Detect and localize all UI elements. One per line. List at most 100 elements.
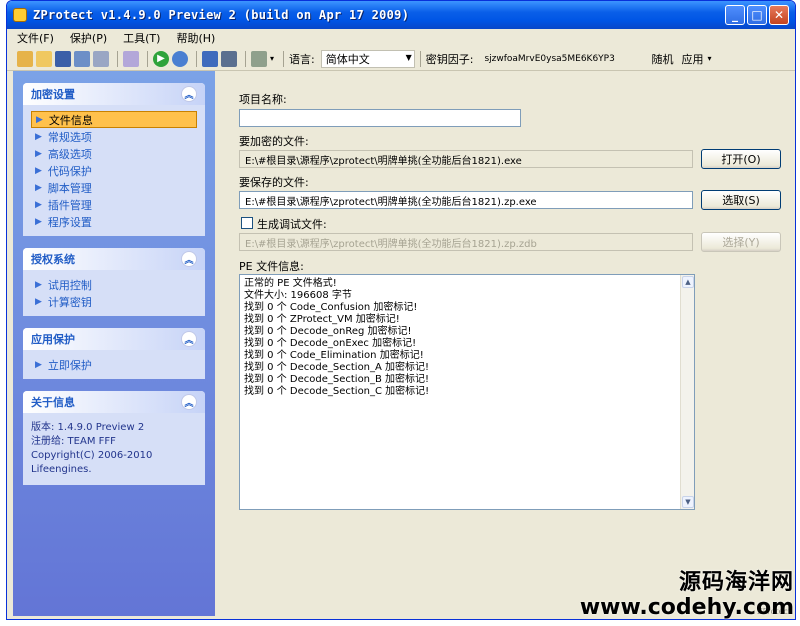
chevron-right-icon: ▶ xyxy=(35,131,42,142)
menu-help[interactable]: 帮助(H) xyxy=(176,30,215,46)
app-window: ZProtect v1.4.9.0 Preview 2 (build on Ap… xyxy=(6,0,796,620)
chevron-down-icon: ▼ xyxy=(405,52,412,62)
input-file-field[interactable]: E:\#根目录\源程序\zprotect\明牌单挑(全功能后台1821).exe xyxy=(239,150,693,168)
copyright-text: Copyright(C) 2006-2010 Lifeengines. xyxy=(31,450,153,475)
output-file-field[interactable]: E:\#根目录\源程序\zprotect\明牌单挑(全功能后台1821).zp.… xyxy=(239,191,693,209)
random-button[interactable]: 随机 xyxy=(651,51,673,67)
sidebar-item-script-management[interactable]: ▶ 脚本管理 xyxy=(31,179,197,196)
chevron-down-icon[interactable]: ▾ xyxy=(707,54,711,63)
sidebar-item-label: 常规选项 xyxy=(47,130,92,144)
key-label: 密钥因子: xyxy=(425,52,474,66)
play-icon[interactable]: ▶ xyxy=(153,50,169,67)
language-label: 语言: xyxy=(289,52,315,66)
chevron-right-icon: ▶ xyxy=(35,216,42,227)
key-input[interactable]: sjzwfoaMrvE0ysa5ME6K6YP3 xyxy=(479,50,649,68)
project-name-input[interactable] xyxy=(239,109,521,127)
open-button[interactable]: 打开(O) xyxy=(701,149,781,169)
panel-body: ▶ 文件信息 ▶ 常规选项 ▶ 高级选项 ▶ 代码保护 ▶ 脚本管理 ▶ 插件管理 ▶ 程序设… xyxy=(23,105,205,236)
script-icon[interactable] xyxy=(221,50,237,67)
sidebar-item-program-settings[interactable]: ▶ 程序设置 xyxy=(31,213,197,230)
sidebar-item-label: 高级选项 xyxy=(47,147,92,161)
globe-icon[interactable] xyxy=(172,50,188,67)
key-value: sjzwfoaMrvE0ysa5ME6K6YP3 xyxy=(484,53,615,64)
search-icon[interactable] xyxy=(123,50,139,67)
sidebar-item-compute-key[interactable]: ▶ 计算密钥 xyxy=(31,293,197,310)
sidebar-item-label: 立即保护 xyxy=(47,358,92,372)
panel-app-protection: 应用保护 ︽ ▶ 立即保护 xyxy=(23,328,205,379)
menu-tools[interactable]: 工具(T) xyxy=(123,30,160,46)
sidebar-item-label: 插件管理 xyxy=(47,198,92,212)
panel-header[interactable]: 应用保护 ︽ xyxy=(23,328,205,350)
scroll-down-icon[interactable]: ▼ xyxy=(682,496,694,508)
sidebar-item-code-protection[interactable]: ▶ 代码保护 xyxy=(31,162,197,179)
pe-info-line: 找到 0 个 ZProtect_VM 加密标记! xyxy=(244,314,400,325)
version-text: 版本: 1.4.9.0 Preview 2 xyxy=(31,422,145,433)
project-name-label: 项目名称: xyxy=(239,93,287,106)
chevron-down-icon[interactable]: ▾ xyxy=(270,54,274,63)
toolbar-separator xyxy=(419,50,421,67)
sidebar-item-protect-now[interactable]: ▶ 立即保护 xyxy=(31,356,197,373)
sidebar-item-label: 试用控制 xyxy=(47,278,92,292)
vertical-scrollbar[interactable]: ▲ ▼ xyxy=(680,275,694,509)
pe-info-line: 找到 0 个 Decode_Section_B 加密标记! xyxy=(244,374,430,385)
sidebar-item-general-options[interactable]: ▶ 常规选项 xyxy=(31,128,197,145)
panel-title: 加密设置 xyxy=(31,88,75,101)
open-folder-icon[interactable] xyxy=(36,50,52,67)
chevron-right-icon: ▶ xyxy=(35,165,42,176)
save-as-icon[interactable] xyxy=(74,50,90,67)
panel-header[interactable]: 授权系统 ︽ xyxy=(23,248,205,270)
minimize-button[interactable]: _ xyxy=(725,5,745,25)
chevron-right-icon: ▶ xyxy=(35,199,42,210)
sidebar-item-trial-control[interactable]: ▶ 试用控制 xyxy=(31,276,197,293)
panel-header[interactable]: 加密设置 ︽ xyxy=(23,83,205,105)
chevron-right-icon: ▶ xyxy=(35,182,42,193)
panel-about: 关于信息 ︽ 版本: 1.4.9.0 Preview 2 注册给: TEAM F… xyxy=(23,391,205,485)
pe-info-line: 找到 0 个 Decode_onReg 加密标记! xyxy=(244,326,412,337)
language-select[interactable]: 简体中文 ▼ xyxy=(320,49,415,68)
collapse-icon[interactable]: ︽ xyxy=(181,394,197,410)
toolbar-separator xyxy=(245,50,246,67)
watermark: 源码海洋网 www.codehy.com xyxy=(580,570,794,620)
panel-title: 关于信息 xyxy=(31,396,75,409)
menu-protect[interactable]: 保护(P) xyxy=(70,30,107,46)
sidebar-item-advanced-options[interactable]: ▶ 高级选项 xyxy=(31,145,197,162)
new-project-icon[interactable] xyxy=(17,50,33,67)
pe-info-line: 找到 0 个 Decode_onExec 加密标记! xyxy=(244,338,417,349)
close-button[interactable]: ✕ xyxy=(769,5,789,25)
sidebar-item-label: 计算密钥 xyxy=(47,295,92,309)
maximize-button[interactable]: □ xyxy=(747,5,767,25)
window-title: ZProtect v1.4.9.0 Preview 2 (build on Ap… xyxy=(33,8,410,22)
panel-header[interactable]: 关于信息 ︽ xyxy=(23,391,205,413)
undo-icon[interactable] xyxy=(93,50,109,67)
app-icon xyxy=(13,8,27,22)
toolbar-separator xyxy=(283,50,285,67)
chevron-right-icon: ▶ xyxy=(35,359,42,370)
collapse-icon[interactable]: ︽ xyxy=(181,331,197,347)
registered-text: 注册给: TEAM FFF xyxy=(31,436,116,447)
sidebar-item-plugin-management[interactable]: ▶ 插件管理 xyxy=(31,196,197,213)
input-file-label: 要加密的文件: xyxy=(239,135,309,148)
sidebar-item-file-info[interactable]: ▶ 文件信息 xyxy=(31,111,197,128)
chevron-right-icon: ▶ xyxy=(35,279,42,290)
title-bar[interactable]: ZProtect v1.4.9.0 Preview 2 (build on Ap… xyxy=(7,1,795,29)
chevron-right-icon: ▶ xyxy=(36,114,43,125)
toolbar-separator xyxy=(117,50,118,67)
chevron-right-icon: ▶ xyxy=(35,296,42,307)
scroll-up-icon[interactable]: ▲ xyxy=(682,276,694,288)
pe-info-line: 找到 0 个 Code_Confusion 加密标记! xyxy=(244,302,418,313)
save-icon[interactable] xyxy=(55,50,71,67)
debug-file-label: 生成调试文件: xyxy=(257,218,327,231)
apply-button[interactable]: 应用 xyxy=(681,51,703,67)
menu-file[interactable]: 文件(F) xyxy=(17,30,54,46)
pe-info-textarea[interactable]: 正常的 PE 文件格式! 文件大小: 196608 字节 找到 0 个 Code… xyxy=(239,274,695,510)
panel-encrypt-settings: 加密设置 ︽ ▶ 文件信息 ▶ 常规选项 ▶ 高级选项 ▶ 代码保护 ▶ 脚本管理 ▶ 插件… xyxy=(23,83,205,236)
choose-button[interactable]: 选择(Y) xyxy=(701,232,781,252)
collapse-icon[interactable]: ︽ xyxy=(181,86,197,102)
select-button[interactable]: 选取(S) xyxy=(701,190,781,210)
tools-icon[interactable] xyxy=(251,50,267,67)
debug-file-field[interactable]: E:\#根目录\源程序\zprotect\明牌单挑(全功能后台1821).zp.… xyxy=(239,233,693,251)
collapse-icon[interactable]: ︽ xyxy=(181,251,197,267)
pe-info-line: 找到 0 个 Decode_Section_A 加密标记! xyxy=(244,362,430,373)
plugin-icon[interactable] xyxy=(202,50,218,67)
debug-file-checkbox[interactable] xyxy=(241,217,253,229)
